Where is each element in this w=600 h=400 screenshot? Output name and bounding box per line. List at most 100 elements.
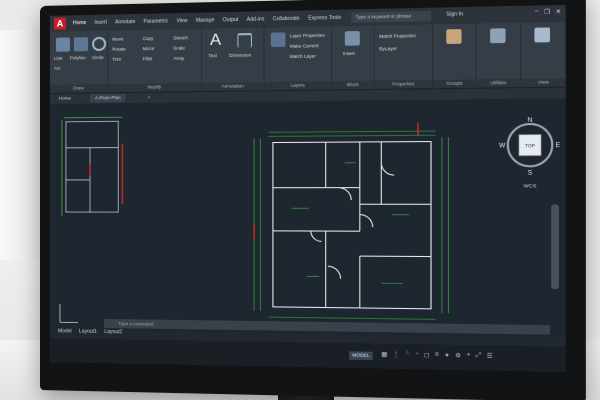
panel-title-block[interactable]: Block	[332, 81, 374, 90]
tool-fillet[interactable]: Fillet	[143, 56, 153, 61]
tool-copy[interactable]: Copy	[143, 36, 154, 41]
tool-match-layer[interactable]: Match Layer	[290, 53, 316, 59]
circle-icon[interactable]	[92, 37, 106, 51]
drawing-canvas[interactable]: TOP N S E W WCS	[50, 98, 566, 338]
door-swing	[360, 215, 373, 227]
file-tab-home[interactable]: Home	[54, 95, 76, 103]
dim-top	[269, 131, 436, 132]
snap-icon[interactable]: ⋮	[393, 351, 399, 358]
panel-title-utilities[interactable]: Utilities	[477, 79, 520, 88]
ribbon: Line Polyline Circle Arc Draw Move Rotat…	[50, 22, 566, 94]
fullscreen-icon[interactable]: ⤢	[476, 352, 481, 359]
sign-in-link[interactable]: Sign In	[446, 11, 463, 18]
search-input[interactable]: Type a keyword or phrase	[351, 11, 431, 23]
panel-title-properties[interactable]: Properties	[375, 80, 432, 89]
close-icon[interactable]: ✕	[556, 8, 562, 16]
new-tab-icon[interactable]: +	[143, 94, 156, 102]
tab-output[interactable]: Output	[219, 17, 243, 24]
tool-polyline[interactable]: Polyline	[70, 55, 86, 60]
tab-parametric[interactable]: Parametric	[139, 18, 172, 25]
tool-make-current[interactable]: Make Current	[290, 43, 319, 49]
tool-move[interactable]: Move	[112, 36, 123, 41]
minimize-icon[interactable]: –	[535, 9, 539, 16]
panel-title-modify[interactable]: Modify	[108, 83, 201, 92]
layer-properties-icon[interactable]	[271, 32, 286, 47]
tool-line[interactable]: Line	[54, 56, 63, 61]
viewcube-s: S	[528, 170, 532, 176]
dim-bottom	[269, 317, 436, 319]
restore-icon[interactable]: ❐	[544, 8, 550, 16]
text-icon[interactable]: A	[208, 34, 223, 49]
tool-match-properties[interactable]: Match Properties	[379, 33, 416, 39]
tool-text[interactable]: Text	[208, 53, 217, 58]
drawing-svg: TOP N S E W WCS	[50, 98, 566, 338]
panel-layers: Layer Properties Make Current Match Laye…	[265, 26, 333, 91]
tab-manage[interactable]: Manage	[192, 17, 219, 24]
panel-title-draw[interactable]: Draw	[50, 84, 107, 93]
add-icon[interactable]: +	[466, 352, 470, 359]
tool-mirror[interactable]: Mirror	[143, 46, 155, 51]
polar-icon[interactable]: ◔	[415, 351, 419, 358]
tool-arc[interactable]: Arc	[54, 66, 61, 71]
file-tab-drawing[interactable]: A-Floor-Plan	[90, 94, 126, 102]
tab-express-tools[interactable]: Express Tools	[304, 15, 345, 22]
tool-bylayer[interactable]: ByLayer	[379, 46, 397, 52]
panel-annotation: A Text Dimension Annotation	[202, 28, 264, 92]
layout-tab-model[interactable]: Model	[58, 328, 72, 334]
door-swing	[328, 266, 341, 279]
panel-utilities: Utilities	[477, 23, 521, 89]
tool-layer-properties[interactable]: Layer Properties	[290, 33, 325, 39]
window-light-backdrop	[0, 30, 40, 260]
viewcube-w: W	[499, 143, 506, 149]
tab-collaborate[interactable]: Collaborate	[269, 16, 304, 23]
viewcube[interactable]: TOP N S E W WCS	[499, 117, 560, 189]
annotation-scale-icon[interactable]: ✦	[444, 352, 449, 359]
line-icon[interactable]	[56, 37, 70, 51]
tool-insert[interactable]: Insert	[343, 51, 355, 56]
group-icon[interactable]	[446, 29, 461, 44]
tool-circle[interactable]: Circle	[92, 55, 104, 60]
tool-stretch[interactable]: Stretch	[173, 35, 188, 40]
layout-tab-layout1[interactable]: Layout1	[79, 329, 97, 335]
navigation-bar[interactable]	[551, 204, 559, 289]
layout-tabs: Model Layout1 Layout2	[58, 328, 122, 335]
tab-view[interactable]: View	[172, 18, 191, 24]
grid-icon[interactable]: ▦	[381, 351, 387, 358]
dimension-icon[interactable]	[237, 33, 252, 48]
tab-add-ins[interactable]: Add-ins	[243, 16, 269, 23]
insert-block-icon[interactable]	[345, 31, 360, 46]
small-plan-outline	[66, 121, 118, 212]
app-logo-icon[interactable]: A	[54, 17, 66, 29]
main-floor-plan	[273, 142, 431, 309]
panel-title-annotation[interactable]: Annotation	[202, 82, 263, 91]
customization-menu-icon[interactable]: ☰	[487, 353, 493, 360]
tool-dimension[interactable]: Dimension	[229, 52, 251, 57]
tool-array[interactable]: Array	[173, 56, 184, 61]
base-view-icon[interactable]	[534, 27, 550, 42]
panel-block: Insert Block	[332, 26, 375, 91]
tab-insert[interactable]: Insert	[90, 20, 111, 26]
small-floor-plan	[62, 117, 122, 216]
tool-scale[interactable]: Scale	[173, 45, 185, 50]
viewcube-top-label: TOP	[525, 143, 535, 148]
tab-home[interactable]: Home	[69, 20, 90, 26]
panel-view: View	[521, 22, 566, 88]
tool-rotate[interactable]: Rotate	[112, 46, 125, 51]
tab-annotate[interactable]: Annotate	[111, 19, 139, 26]
viewcube-n: N	[528, 118, 533, 124]
ortho-icon[interactable]: └	[405, 351, 410, 358]
measure-icon[interactable]	[490, 28, 505, 43]
status-icons: ▦ ⋮ └ ◔ ◻ ≡ ✦ ⚙ + ⤢ ☰	[381, 351, 492, 360]
osnap-icon[interactable]: ◻	[424, 352, 429, 359]
tool-trim[interactable]: Trim	[112, 57, 121, 62]
model-space-button[interactable]: MODEL	[349, 351, 373, 360]
layout-tab-layout2[interactable]: Layout2	[104, 329, 122, 335]
plan-outer-wall	[273, 142, 431, 309]
panel-title-layers[interactable]: Layers	[265, 81, 331, 90]
panel-title-view[interactable]: View	[521, 78, 566, 87]
panel-title-groups[interactable]: Groups	[433, 79, 476, 88]
polyline-icon[interactable]	[74, 37, 88, 51]
lineweight-icon[interactable]: ≡	[435, 352, 439, 359]
dimension-lines	[254, 131, 448, 326]
workspace-gear-icon[interactable]: ⚙	[455, 352, 461, 359]
